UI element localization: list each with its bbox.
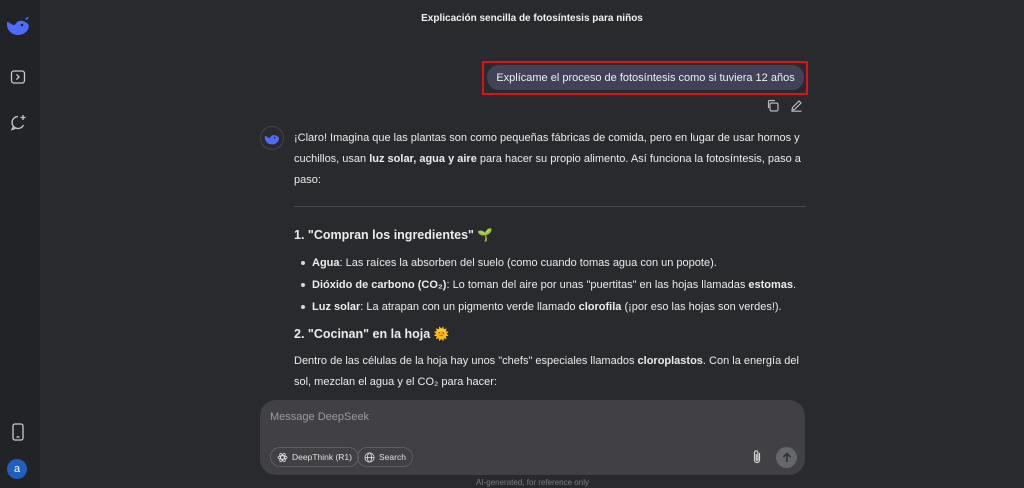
message-composer: DeepThink (R1) Search [260, 400, 805, 475]
mobile-app-icon[interactable] [7, 421, 29, 443]
attach-icon[interactable] [750, 449, 764, 465]
new-chat-icon[interactable] [7, 111, 29, 133]
copy-icon[interactable] [765, 98, 779, 112]
ingredients-list: Agua: Las raíces la absorben del suelo (… [294, 252, 806, 318]
assistant-answer: ¡Claro! Imagina que las plantas son como… [294, 128, 806, 393]
send-button[interactable] [776, 447, 797, 468]
search-button[interactable]: Search [357, 447, 413, 467]
list-item: Dióxido de carbono (CO₂): Lo toman del a… [294, 274, 806, 296]
deepthink-button[interactable]: DeepThink (R1) [270, 447, 359, 467]
section-heading-2: 2. "Cocinan" en la hoja 🌞 [294, 327, 450, 341]
divider [294, 206, 806, 207]
message-tools [765, 98, 803, 112]
deepthink-label: DeepThink (R1) [292, 452, 352, 462]
message-input[interactable] [270, 408, 790, 426]
arrow-up-icon [782, 452, 791, 462]
side-panel-icon[interactable] [7, 66, 29, 88]
assistant-avatar-icon [260, 126, 284, 150]
section-2-paragraph: Dentro de las células de la hoja hay uno… [294, 355, 799, 388]
section-heading-1: 1. "Compran los ingredientes" 🌱 [294, 228, 493, 242]
chat-title: Explicación sencilla de fotosíntesis par… [421, 13, 643, 24]
highlight-box [482, 61, 808, 95]
sidebar: a [0, 0, 40, 488]
list-item: Luz solar: La atrapan con un pigmento ve… [294, 296, 806, 318]
atom-icon [277, 452, 288, 463]
deepseek-logo-icon[interactable] [5, 14, 31, 38]
edit-icon[interactable] [789, 98, 803, 112]
user-avatar[interactable]: a [7, 459, 27, 479]
search-label: Search [379, 452, 406, 462]
answer-intro: ¡Claro! Imagina que las plantas son como… [294, 132, 801, 186]
list-item: Agua: Las raíces la absorben del suelo (… [294, 252, 806, 274]
globe-icon [364, 452, 375, 463]
disclaimer: AI-generated, for reference only [476, 478, 589, 487]
